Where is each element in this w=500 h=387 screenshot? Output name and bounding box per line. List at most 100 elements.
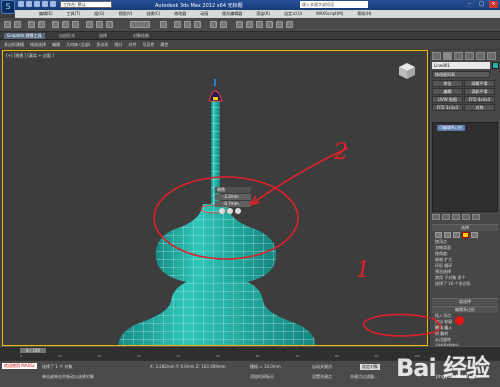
undo-tool-icon[interactable] — [4, 21, 11, 28]
tab-graphite[interactable]: Graphite 建模工具 — [4, 33, 45, 39]
add-time-tag[interactable]: 添加时间标记 — [250, 374, 274, 380]
caddy-outline-field[interactable]: -0.7mm — [215, 201, 251, 207]
edge-level-icon[interactable] — [444, 232, 451, 238]
caddy-height-field[interactable]: -2.2mm — [215, 194, 251, 200]
reference-coordinate-dropdown[interactable] — [130, 21, 150, 28]
menu-edit[interactable]: 编辑(E) — [39, 10, 53, 18]
open-file-icon[interactable] — [26, 1, 32, 7]
menu-help[interactable]: 帮助(H) — [357, 10, 371, 18]
bevel-caddy[interactable]: 倒角 -2.2mm -0.7mm — [215, 187, 251, 214]
link-icon[interactable] — [28, 21, 35, 28]
minimize-icon[interactable]: – — [465, 1, 474, 8]
close-icon[interactable]: × — [489, 1, 498, 8]
mirror-icon[interactable] — [210, 21, 217, 28]
time-slider[interactable]: 0 / 100 — [20, 348, 46, 353]
select-object-icon[interactable] — [52, 21, 59, 28]
pivot-icon[interactable] — [160, 21, 167, 28]
pin-stack-icon[interactable] — [432, 214, 440, 220]
show-end-result-icon[interactable] — [442, 214, 450, 220]
soft-selection-rollout-title[interactable]: 软选择 — [432, 299, 498, 305]
ribbon-properties[interactable]: 属性 — [160, 40, 168, 49]
modifier-list-dropdown[interactable]: 修改器列表 — [432, 71, 490, 78]
menu-modifiers[interactable]: 修改器 — [174, 10, 186, 18]
menu-graph-editors[interactable]: 图形编辑器 — [222, 10, 242, 18]
select-by-name-icon[interactable] — [62, 21, 69, 28]
modifier-button[interactable]: 网格平滑 — [464, 80, 495, 87]
modifier-button[interactable]: 涡轮平滑 — [464, 88, 495, 95]
modifier-button[interactable]: FFD 3x3x3 — [432, 104, 463, 111]
ribbon-polygons[interactable]: 多边形 — [96, 40, 108, 49]
ribbon-visibility[interactable]: 可见性 — [142, 40, 154, 49]
border-level-icon[interactable] — [453, 232, 460, 238]
search-input[interactable]: 键入关键字或短语 — [300, 1, 368, 8]
autokey-button[interactable]: 自动关键点 — [312, 364, 332, 370]
motion-tab-icon[interactable] — [465, 52, 474, 60]
modifier-button[interactable]: 挤出 — [432, 80, 463, 87]
curve-editor-icon[interactable] — [246, 21, 253, 28]
create-tab-icon[interactable] — [432, 52, 441, 60]
ribbon-align[interactable]: 对齐 — [128, 40, 136, 49]
modify-tab-icon[interactable] — [443, 52, 452, 60]
move-icon[interactable] — [86, 21, 93, 28]
modifier-stack[interactable]: 可编辑多边形 — [432, 122, 498, 212]
rotate-icon[interactable] — [96, 21, 103, 28]
render-setup-icon[interactable] — [276, 21, 283, 28]
tab-selection[interactable]: 选择 — [96, 33, 110, 39]
selection-region-icon[interactable] — [72, 21, 79, 28]
menu-group[interactable]: 组(G) — [94, 10, 104, 18]
angle-snap-icon[interactable] — [184, 21, 191, 28]
object-name-input[interactable]: Line001 — [432, 62, 490, 69]
menu-rendering[interactable]: 渲染(R) — [256, 10, 270, 18]
key-filters-button[interactable]: 关键点过滤器... — [350, 374, 378, 380]
hierarchy-tab-icon[interactable] — [454, 52, 463, 60]
caddy-cancel-icon[interactable] — [235, 208, 241, 214]
display-tab-icon[interactable] — [476, 52, 485, 60]
stack-item-editable-poly[interactable]: 可编辑多边形 — [437, 125, 465, 131]
maximize-icon[interactable]: □ — [477, 1, 486, 8]
ribbon-edit[interactable]: 编辑 — [52, 40, 60, 49]
make-unique-icon[interactable] — [452, 214, 460, 220]
menu-animation[interactable]: 动画 — [200, 10, 208, 18]
modifier-button[interactable]: 对称 — [464, 104, 495, 111]
ribbon-modify-selection[interactable]: 修改选择 — [30, 40, 46, 49]
menu-create[interactable]: 创建(C) — [146, 10, 160, 18]
snap-icon[interactable] — [174, 21, 181, 28]
menu-tools[interactable]: 工具(T) — [67, 10, 81, 18]
new-file-icon[interactable] — [18, 1, 24, 7]
maxscript-listener[interactable]: 欢迎使用 MAXSc — [2, 363, 37, 369]
save-file-icon[interactable] — [34, 1, 40, 7]
redo-icon[interactable] — [50, 1, 56, 7]
element-level-icon[interactable] — [471, 232, 478, 238]
layer-manager-icon[interactable] — [236, 21, 243, 28]
polygon-level-icon[interactable] — [462, 232, 469, 238]
selected-set-dropdown[interactable]: 选定对象 — [360, 364, 380, 370]
tab-object-paint[interactable]: 对象绘制 — [130, 33, 152, 39]
redo-tool-icon[interactable] — [14, 21, 21, 28]
modifier-button[interactable]: FFD 4x4x4 — [464, 96, 495, 103]
render-icon[interactable] — [286, 21, 293, 28]
material-editor-icon[interactable] — [266, 21, 273, 28]
object-color-swatch[interactable] — [492, 62, 499, 69]
remove-modifier-icon[interactable] — [462, 214, 470, 220]
caddy-apply-icon[interactable] — [227, 208, 233, 214]
coordinate-display[interactable]: X: 3.282mm Y: 0.0mm Z: 103.309mm — [150, 364, 226, 369]
set-key-button[interactable]: 设置关键点 — [312, 374, 332, 380]
modifier-button[interactable]: UVW 贴图 — [432, 96, 463, 103]
unlink-icon[interactable] — [38, 21, 45, 28]
tab-freeform[interactable]: 自由形式 — [56, 33, 78, 39]
perspective-viewport[interactable]: [+] [透视 ] [真实 + 边面 ] 倒角 -2.2mm -0.7mm — [2, 50, 428, 346]
configure-sets-icon[interactable] — [472, 214, 480, 220]
workspace-dropdown[interactable]: 工作台: 默认 — [60, 1, 112, 8]
align-icon[interactable] — [220, 21, 227, 28]
viewcube-icon[interactable] — [398, 62, 416, 80]
3dsmax-logo-icon[interactable]: S — [1, 0, 15, 14]
ribbon-subdivision[interactable]: 细分 — [114, 40, 122, 49]
modifier-button[interactable]: 编辑 — [432, 88, 463, 95]
vertex-level-icon[interactable] — [435, 232, 442, 238]
schematic-view-icon[interactable] — [256, 21, 263, 28]
scale-icon[interactable] — [106, 21, 113, 28]
menu-views[interactable]: 视图(V) — [118, 10, 132, 18]
ribbon-polygon-modeling[interactable]: 多边形建模 — [4, 40, 24, 49]
menu-maxscript[interactable]: MAXScript(M) — [316, 10, 343, 18]
caddy-ok-icon[interactable] — [219, 208, 225, 214]
